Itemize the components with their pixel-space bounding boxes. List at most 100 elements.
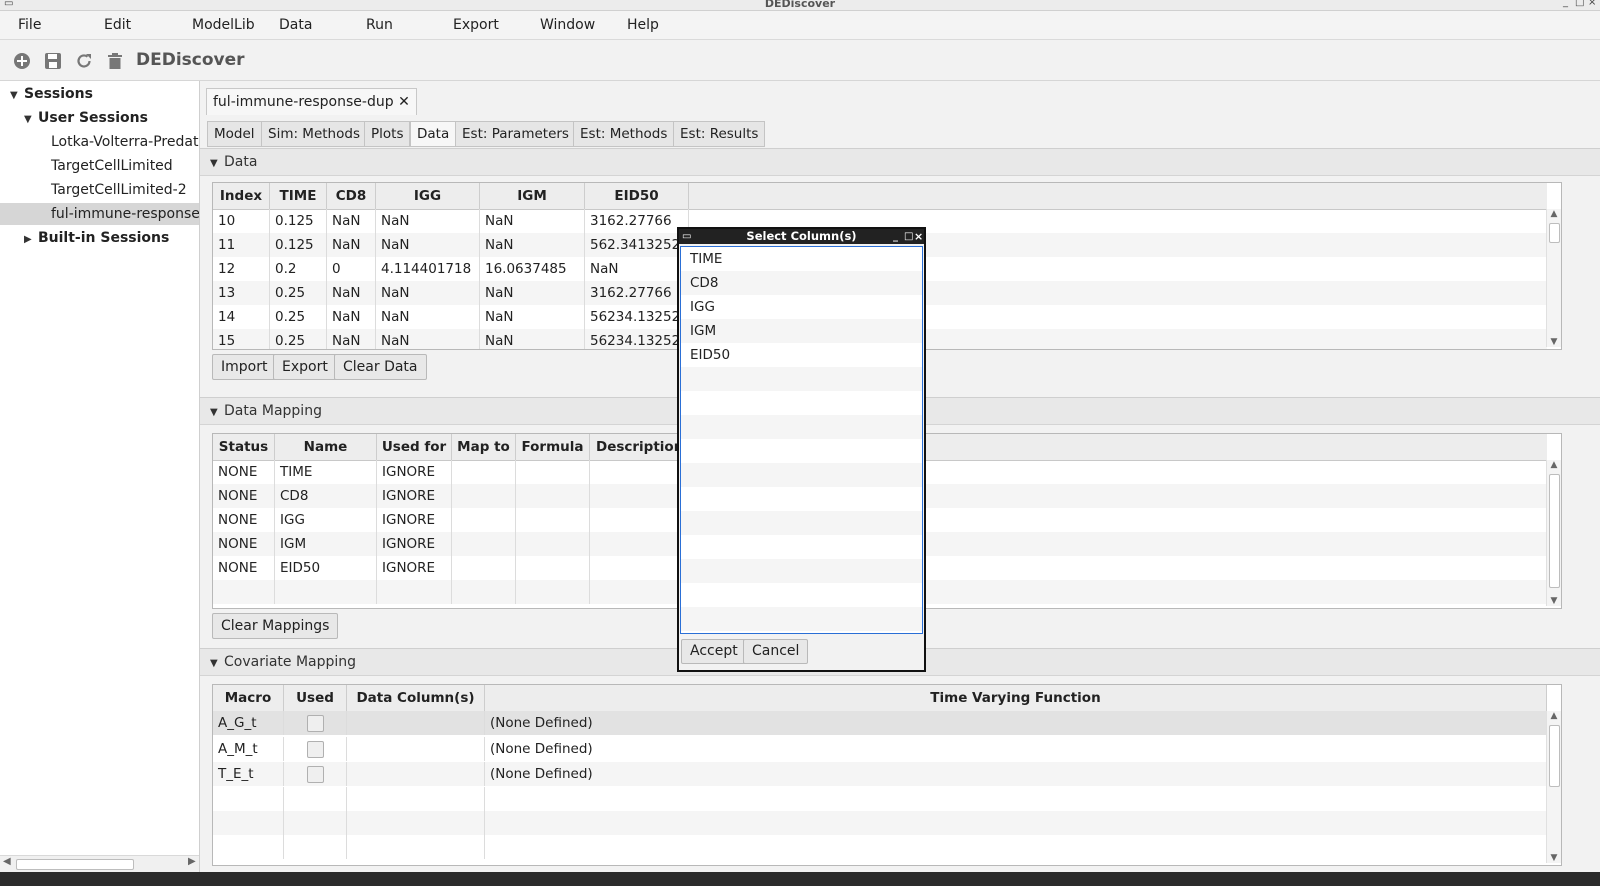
list-item[interactable]: TIME: [681, 247, 922, 271]
column-list: TIME CD8 IGG IGM EID50: [680, 246, 923, 634]
taskbar-strip: [0, 872, 1600, 886]
export-button[interactable]: Export: [273, 354, 337, 380]
scroll-thumb[interactable]: [1549, 223, 1560, 243]
covariate-table-scrollbar[interactable]: ▲ ▼: [1546, 711, 1561, 863]
collapse-triangle-icon[interactable]: ▼: [210, 651, 224, 677]
column-header[interactable]: Used: [284, 685, 347, 711]
tree-horizontal-scrollbar[interactable]: ◀ ▶: [0, 855, 199, 872]
dialog-title: Select Column(s): [746, 229, 857, 243]
select-columns-dialog: ▭ Select Column(s) _ □ × TIME CD8 IGG IG…: [677, 227, 926, 672]
scroll-up-icon[interactable]: ▲: [1547, 209, 1561, 219]
tree-node-sessions[interactable]: ▼ Sessions: [0, 83, 199, 105]
minimize-icon[interactable]: _: [893, 229, 898, 244]
data-section-header[interactable]: ▼ Data: [200, 148, 1600, 176]
menu-modellib[interactable]: ModelLib: [192, 17, 255, 33]
column-header[interactable]: Status: [213, 434, 275, 460]
list-item[interactable]: IGG: [681, 295, 922, 319]
column-header[interactable]: CD8: [327, 183, 376, 209]
column-header[interactable]: Name: [275, 434, 377, 460]
minimize-icon[interactable]: _: [1563, 0, 1568, 8]
column-header[interactable]: Index: [213, 183, 270, 209]
list-item[interactable]: CD8: [681, 271, 922, 295]
dialog-menu-icon[interactable]: ▭: [682, 229, 691, 244]
column-header[interactable]: Description: [590, 434, 683, 460]
table-row[interactable]: A_M_t (None Defined): [213, 737, 1547, 761]
scroll-left-icon[interactable]: ◀: [3, 856, 11, 867]
tab-model[interactable]: Model: [207, 121, 262, 147]
column-header[interactable]: TIME: [270, 183, 327, 209]
scroll-down-icon[interactable]: ▼: [1547, 853, 1561, 863]
menu-file[interactable]: File: [18, 17, 41, 33]
tab-est-methods[interactable]: Est: Methods: [573, 121, 675, 147]
dialog-titlebar[interactable]: ▭ Select Column(s) _ □ ×: [679, 229, 924, 244]
collapse-triangle-icon[interactable]: ▼: [210, 400, 224, 426]
column-header[interactable]: Macro: [213, 685, 284, 711]
scroll-up-icon[interactable]: ▲: [1547, 711, 1561, 721]
maximize-icon[interactable]: □: [904, 229, 913, 244]
data-table-scrollbar[interactable]: ▲ ▼: [1546, 209, 1561, 347]
tab-data[interactable]: Data: [410, 121, 457, 147]
menu-data[interactable]: Data: [279, 17, 312, 33]
list-item[interactable]: EID50: [681, 343, 922, 367]
menu-run[interactable]: Run: [366, 17, 393, 33]
mapping-table-scrollbar[interactable]: ▲ ▼: [1546, 460, 1561, 606]
column-header[interactable]: Used for: [377, 434, 452, 460]
window-menu-icon[interactable]: ▭: [4, 0, 13, 9]
close-tab-icon[interactable]: ✕: [398, 94, 410, 110]
trash-icon[interactable]: [106, 52, 124, 70]
used-checkbox[interactable]: [307, 741, 324, 758]
collapse-triangle-icon[interactable]: ▼: [210, 151, 224, 177]
maximize-icon[interactable]: □: [1575, 0, 1584, 8]
close-icon[interactable]: ×: [914, 229, 923, 244]
expanded-triangle-icon[interactable]: ▼: [24, 109, 38, 129]
tab-est-results[interactable]: Est: Results: [673, 121, 766, 147]
add-icon[interactable]: [13, 52, 31, 70]
document-tab[interactable]: ful-immune-response-dup ✕: [206, 88, 417, 115]
list-item-empty: [681, 367, 922, 391]
list-item[interactable]: IGM: [681, 319, 922, 343]
cancel-button[interactable]: Cancel: [743, 639, 809, 664]
scroll-down-icon[interactable]: ▼: [1547, 337, 1561, 347]
scroll-thumb[interactable]: [16, 859, 134, 870]
refresh-icon[interactable]: [75, 52, 93, 70]
app-name: DEDiscover: [136, 50, 245, 70]
tree-item-session-selected[interactable]: ful-immune-response-dup: [0, 203, 199, 225]
column-header[interactable]: EID50: [585, 183, 689, 209]
table-row[interactable]: A_G_t (None Defined): [213, 711, 1547, 735]
column-header[interactable]: Formula: [516, 434, 590, 460]
save-icon[interactable]: [44, 52, 62, 70]
column-header[interactable]: Data Column(s): [347, 685, 485, 711]
accept-button[interactable]: Accept: [681, 639, 747, 664]
close-icon[interactable]: ×: [1588, 0, 1596, 8]
column-header[interactable]: IGG: [376, 183, 480, 209]
scroll-thumb[interactable]: [1549, 474, 1560, 588]
tree-node-builtin-sessions[interactable]: ▶ Built-in Sessions: [0, 227, 199, 249]
used-checkbox[interactable]: [307, 715, 324, 732]
scroll-up-icon[interactable]: ▲: [1547, 460, 1561, 470]
tab-plots[interactable]: Plots: [364, 121, 411, 147]
tab-est-parameters[interactable]: Est: Parameters: [455, 121, 576, 147]
scroll-thumb[interactable]: [1549, 725, 1560, 787]
menu-export[interactable]: Export: [453, 17, 499, 33]
tree-item-session[interactable]: TargetCellLimited-2: [0, 179, 199, 201]
menu-help[interactable]: Help: [627, 17, 659, 33]
clear-data-button[interactable]: Clear Data: [334, 354, 427, 380]
column-header[interactable]: Map to: [452, 434, 516, 460]
tree-node-user-sessions[interactable]: ▼ User Sessions: [0, 107, 199, 129]
menu-window[interactable]: Window: [540, 17, 595, 33]
menu-edit[interactable]: Edit: [104, 17, 131, 33]
expanded-triangle-icon[interactable]: ▼: [10, 85, 24, 105]
import-button[interactable]: Import: [212, 354, 277, 380]
collapsed-triangle-icon[interactable]: ▶: [24, 229, 38, 249]
covariate-mapping-table: Macro Used Data Column(s) Time Varying F…: [212, 684, 1562, 866]
used-checkbox[interactable]: [307, 766, 324, 783]
scroll-down-icon[interactable]: ▼: [1547, 596, 1561, 606]
table-row[interactable]: T_E_t (None Defined): [213, 762, 1547, 786]
clear-mappings-button[interactable]: Clear Mappings: [212, 613, 339, 639]
tree-item-session[interactable]: Lotka-Volterra-Predator-Prey: [0, 131, 199, 153]
tab-sim-methods[interactable]: Sim: Methods: [261, 121, 367, 147]
column-header[interactable]: Time Varying Function: [485, 685, 1547, 711]
column-header[interactable]: IGM: [480, 183, 585, 209]
tree-item-session[interactable]: TargetCellLimited: [0, 155, 199, 177]
scroll-right-icon[interactable]: ▶: [188, 856, 196, 867]
